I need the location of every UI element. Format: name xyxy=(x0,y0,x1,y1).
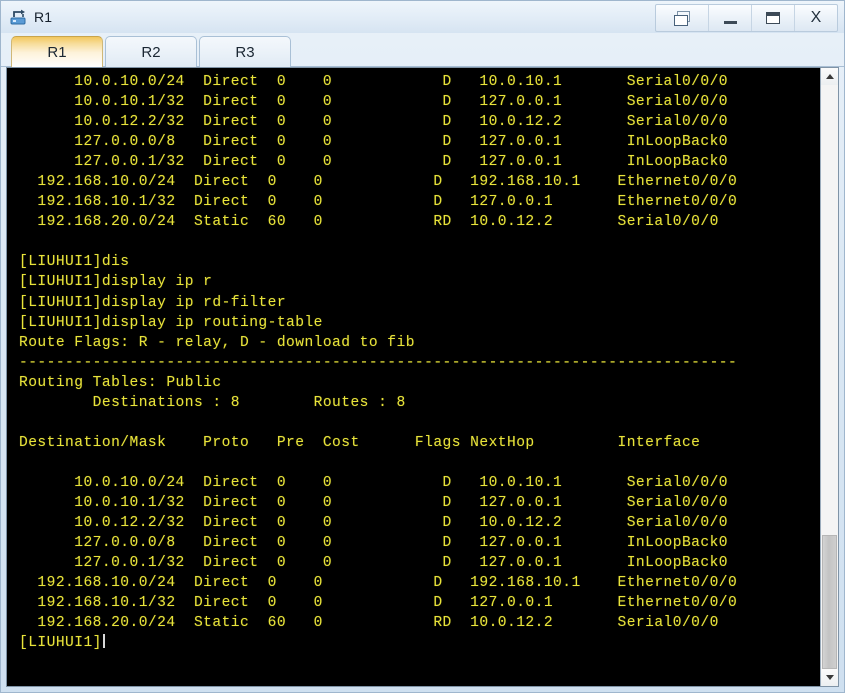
prompt-text: [LIUHUI1] xyxy=(19,635,102,652)
maximize-button[interactable] xyxy=(752,5,795,31)
terminal-panel: 10.0.10.0/24 Direct 0 0 D 10.0.10.1 Seri… xyxy=(6,67,839,687)
scroll-up-button[interactable] xyxy=(821,68,838,85)
text-cursor xyxy=(102,634,105,649)
device-tab-strip: R1 R2 R3 xyxy=(1,33,844,67)
tab-label: R3 xyxy=(235,43,255,61)
tab-label: R1 xyxy=(47,43,67,61)
minimize-button[interactable] xyxy=(709,5,752,31)
minimize-icon xyxy=(723,20,737,24)
terminal-output-area[interactable]: 10.0.10.0/24 Direct 0 0 D 10.0.10.1 Seri… xyxy=(7,68,820,686)
close-button[interactable]: X xyxy=(795,5,837,31)
chevron-down-icon xyxy=(825,675,834,680)
tab-r1[interactable]: R1 xyxy=(11,36,103,67)
maximize-icon xyxy=(766,12,780,24)
router-icon xyxy=(9,7,29,27)
tab-r3[interactable]: R3 xyxy=(199,36,291,67)
vertical-scrollbar[interactable] xyxy=(820,68,838,686)
close-icon: X xyxy=(810,9,822,26)
scrollbar-thumb[interactable] xyxy=(822,534,837,669)
scrollbar-track[interactable] xyxy=(821,85,838,669)
tab-r2[interactable]: R2 xyxy=(105,36,197,67)
scroll-down-button[interactable] xyxy=(821,669,838,686)
terminal-prompt-line: [LIUHUI1] xyxy=(7,633,820,653)
title-bar: R1 X xyxy=(1,1,844,33)
router-cli-window: R1 X R1 R2 R3 10.0.10.0/24 Direct 0 0 D … xyxy=(0,0,845,693)
chevron-up-icon xyxy=(825,74,834,79)
restore-button[interactable] xyxy=(656,5,709,31)
terminal-output: 10.0.10.0/24 Direct 0 0 D 10.0.10.1 Seri… xyxy=(19,74,738,632)
window-title: R1 xyxy=(34,9,53,25)
window-controls: X xyxy=(655,4,838,32)
tab-label: R2 xyxy=(141,43,161,61)
restore-icon xyxy=(674,11,690,26)
